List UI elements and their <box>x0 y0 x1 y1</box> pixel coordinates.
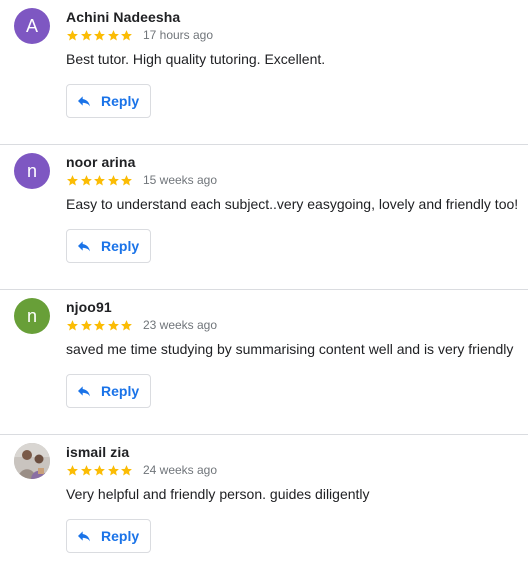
star-icon <box>67 319 78 330</box>
review-item: ismail zia 24 weeks ago Very helpful and… <box>0 435 528 580</box>
rating-row: 24 weeks ago <box>66 462 217 478</box>
star-rating <box>66 464 134 477</box>
reply-button[interactable]: Reply <box>66 84 151 118</box>
reviewer-name[interactable]: Achini Nadeesha <box>66 9 180 25</box>
rating-row: 17 hours ago <box>66 27 213 43</box>
reviewer-name[interactable]: njoo91 <box>66 299 112 315</box>
reply-label: Reply <box>101 383 140 399</box>
star-icon <box>94 174 106 185</box>
star-rating <box>66 174 134 187</box>
star-icon <box>107 319 119 330</box>
avatar[interactable]: n <box>14 298 50 334</box>
star-icon <box>67 174 78 185</box>
star-icon <box>67 464 78 475</box>
reviewer-name[interactable]: ismail zia <box>66 444 129 460</box>
star-icon <box>94 464 106 475</box>
avatar[interactable] <box>14 443 50 479</box>
reply-button[interactable]: Reply <box>66 229 151 263</box>
review-comment: Very helpful and friendly person. guides… <box>66 486 370 502</box>
reply-button[interactable]: Reply <box>66 374 151 408</box>
rating-row: 15 weeks ago <box>66 172 217 188</box>
review-comment: Easy to understand each subject..very ea… <box>66 196 519 212</box>
reply-label: Reply <box>101 528 140 544</box>
reply-icon <box>78 531 90 542</box>
reply-label: Reply <box>101 238 140 254</box>
star-icon <box>121 29 133 40</box>
star-icon <box>80 29 92 40</box>
star-icon <box>80 464 92 475</box>
avatar[interactable]: A <box>14 8 50 44</box>
reply-icon <box>78 386 90 397</box>
review-comment: saved me time studying by summarising co… <box>66 341 514 357</box>
star-icon <box>107 174 119 185</box>
review-time: 17 hours ago <box>142 28 214 42</box>
star-icon <box>121 464 133 475</box>
star-icon <box>80 174 92 185</box>
review-time: 15 weeks ago <box>142 173 218 187</box>
review-list: A Achini Nadeesha 17 hours ago Best tuto… <box>0 0 528 580</box>
review-item: n njoo91 23 weeks ago saved me time stud… <box>0 290 528 435</box>
star-rating <box>66 319 134 332</box>
star-icon <box>121 174 133 185</box>
reply-label: Reply <box>101 93 140 109</box>
avatar[interactable]: n <box>14 153 50 189</box>
profile-photo-icon <box>14 443 50 479</box>
review-time: 24 weeks ago <box>142 463 218 477</box>
star-icon <box>107 464 119 475</box>
review-time: 23 weeks ago <box>142 318 218 332</box>
star-rating <box>66 29 134 42</box>
star-icon <box>80 319 92 330</box>
reply-icon <box>78 241 90 252</box>
review-item: A Achini Nadeesha 17 hours ago Best tuto… <box>0 0 528 145</box>
reply-button[interactable]: Reply <box>66 519 151 553</box>
star-icon <box>67 29 78 40</box>
star-icon <box>94 29 106 40</box>
reply-icon <box>78 96 90 107</box>
rating-row: 23 weeks ago <box>66 317 217 333</box>
review-item: n noor arina 15 weeks ago Easy to unders… <box>0 145 528 290</box>
star-icon <box>94 319 106 330</box>
star-icon <box>121 319 133 330</box>
reviewer-name[interactable]: noor arina <box>66 154 135 170</box>
review-comment: Best tutor. High quality tutoring. Excel… <box>66 51 326 67</box>
star-icon <box>107 29 119 40</box>
